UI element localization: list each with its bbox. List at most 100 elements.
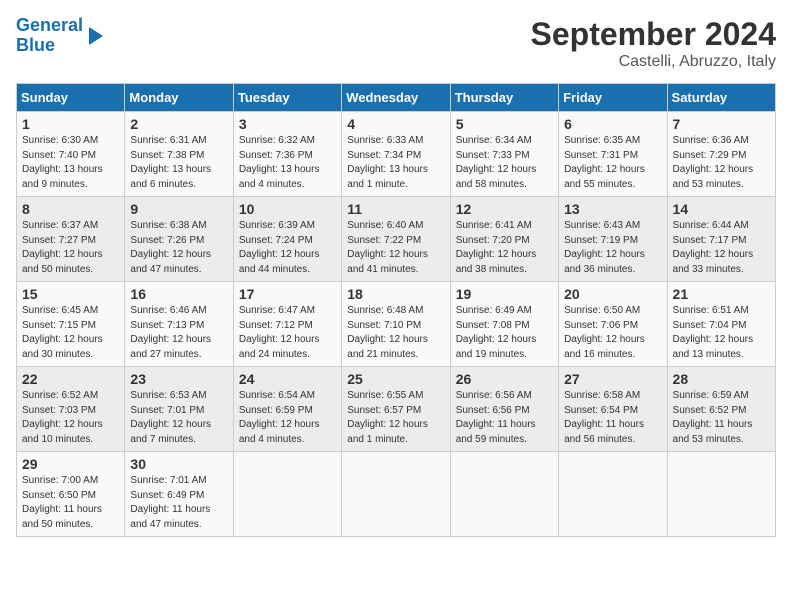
- calendar-cell: 25 Sunrise: 6:55 AM Sunset: 6:57 PM Dayli…: [342, 367, 450, 452]
- day-number: 22: [22, 371, 119, 387]
- calendar-cell: 7 Sunrise: 6:36 AM Sunset: 7:29 PM Daylig…: [667, 112, 775, 197]
- day-number: 15: [22, 286, 119, 302]
- column-header-saturday: Saturday: [667, 84, 775, 112]
- column-header-wednesday: Wednesday: [342, 84, 450, 112]
- day-number: 12: [456, 201, 553, 217]
- column-header-sunday: Sunday: [17, 84, 125, 112]
- day-number: 3: [239, 116, 336, 132]
- day-number: 11: [347, 201, 444, 217]
- calendar-cell: 27Sunrise: 6:58 AM Sunset: 6:54 PM Dayli…: [559, 367, 667, 452]
- calendar-table: SundayMondayTuesdayWednesdayThursdayFrid…: [16, 83, 776, 537]
- calendar-cell: 22 Sunrise: 6:52 AM Sunset: 7:03 PM Dayli…: [17, 367, 125, 452]
- day-info: Sunrise: 6:30 AM Sunset: 7:40 PM Dayligh…: [22, 134, 119, 192]
- calendar-cell: 28 Sunrise: 6:59 AM Sunset: 6:52 PM Dayli…: [667, 367, 775, 452]
- logo: General Blue: [16, 16, 103, 56]
- day-info: Sunrise: 6:49 AM Sunset: 7:08 PM Dayligh…: [456, 304, 553, 362]
- calendar-cell: 3 Sunrise: 6:32 AM Sunset: 7:36 PM Daylig…: [233, 112, 341, 197]
- calendar-cell: 17Sunrise: 6:47 AM Sunset: 7:12 PM Dayli…: [233, 282, 341, 367]
- column-header-monday: Monday: [125, 84, 233, 112]
- day-info: Sunrise: 6:54 AM Sunset: 6:59 PM Dayligh…: [239, 389, 336, 447]
- day-info: Sunrise: 6:51 AM Sunset: 7:04 PM Dayligh…: [673, 304, 770, 362]
- calendar-cell: [559, 452, 667, 537]
- day-number: 21: [673, 286, 770, 302]
- day-info: Sunrise: 6:46 AM Sunset: 7:13 PM Dayligh…: [130, 304, 227, 362]
- day-info: Sunrise: 6:40 AM Sunset: 7:22 PM Dayligh…: [347, 219, 444, 277]
- day-number: 29: [22, 456, 119, 472]
- calendar-cell: 6Sunrise: 6:35 AM Sunset: 7:31 PM Daylig…: [559, 112, 667, 197]
- calendar-cell: 26 Sunrise: 6:56 AM Sunset: 6:56 PM Dayli…: [450, 367, 558, 452]
- day-number: 10: [239, 201, 336, 217]
- calendar-cell: 9 Sunrise: 6:38 AM Sunset: 7:26 PM Daylig…: [125, 197, 233, 282]
- day-info: Sunrise: 6:32 AM Sunset: 7:36 PM Dayligh…: [239, 134, 336, 192]
- calendar-cell: 19 Sunrise: 6:49 AM Sunset: 7:08 PM Dayli…: [450, 282, 558, 367]
- day-number: 16: [130, 286, 227, 302]
- calendar-cell: 21 Sunrise: 6:51 AM Sunset: 7:04 PM Dayli…: [667, 282, 775, 367]
- day-number: 18: [347, 286, 444, 302]
- day-number: 26: [456, 371, 553, 387]
- day-info: Sunrise: 6:56 AM Sunset: 6:56 PM Dayligh…: [456, 389, 553, 447]
- day-info: Sunrise: 7:01 AM Sunset: 6:49 PM Dayligh…: [130, 474, 227, 532]
- calendar-cell: 23 Sunrise: 6:53 AM Sunset: 7:01 PM Dayli…: [125, 367, 233, 452]
- calendar-cell: 5 Sunrise: 6:34 AM Sunset: 7:33 PM Daylig…: [450, 112, 558, 197]
- title-block: September 2024 Castelli, Abruzzo, Italy: [531, 16, 776, 71]
- calendar-cell: 18Sunrise: 6:48 AM Sunset: 7:10 PM Dayli…: [342, 282, 450, 367]
- logo-text2: Blue: [16, 36, 83, 56]
- day-number: 2: [130, 116, 227, 132]
- day-number: 23: [130, 371, 227, 387]
- calendar-header-row: SundayMondayTuesdayWednesdayThursdayFrid…: [17, 84, 776, 112]
- calendar-cell: 20 Sunrise: 6:50 AM Sunset: 7:06 PM Dayli…: [559, 282, 667, 367]
- column-header-tuesday: Tuesday: [233, 84, 341, 112]
- calendar-subtitle: Castelli, Abruzzo, Italy: [531, 53, 776, 71]
- day-info: Sunrise: 6:33 AM Sunset: 7:34 PM Dayligh…: [347, 134, 444, 192]
- day-info: Sunrise: 6:59 AM Sunset: 6:52 PM Dayligh…: [673, 389, 770, 447]
- day-number: 19: [456, 286, 553, 302]
- day-number: 4: [347, 116, 444, 132]
- day-info: Sunrise: 6:31 AM Sunset: 7:38 PM Dayligh…: [130, 134, 227, 192]
- day-number: 7: [673, 116, 770, 132]
- day-info: Sunrise: 6:45 AM Sunset: 7:15 PM Dayligh…: [22, 304, 119, 362]
- day-number: 24: [239, 371, 336, 387]
- day-number: 5: [456, 116, 553, 132]
- calendar-week-row: 22 Sunrise: 6:52 AM Sunset: 7:03 PM Dayli…: [17, 367, 776, 452]
- day-number: 6: [564, 116, 661, 132]
- calendar-cell: 16 Sunrise: 6:46 AM Sunset: 7:13 PM Dayli…: [125, 282, 233, 367]
- day-number: 30: [130, 456, 227, 472]
- calendar-cell: 10 Sunrise: 6:39 AM Sunset: 7:24 PM Dayli…: [233, 197, 341, 282]
- day-info: Sunrise: 6:53 AM Sunset: 7:01 PM Dayligh…: [130, 389, 227, 447]
- calendar-title: September 2024: [531, 16, 776, 53]
- calendar-cell: 4 Sunrise: 6:33 AM Sunset: 7:34 PM Daylig…: [342, 112, 450, 197]
- calendar-cell: 1 Sunrise: 6:30 AM Sunset: 7:40 PM Daylig…: [17, 112, 125, 197]
- calendar-cell: 8 Sunrise: 6:37 AM Sunset: 7:27 PM Daylig…: [17, 197, 125, 282]
- calendar-week-row: 29 Sunrise: 7:00 AM Sunset: 6:50 PM Dayli…: [17, 452, 776, 537]
- calendar-cell: 24 Sunrise: 6:54 AM Sunset: 6:59 PM Dayli…: [233, 367, 341, 452]
- calendar-cell: 15 Sunrise: 6:45 AM Sunset: 7:15 PM Dayli…: [17, 282, 125, 367]
- day-number: 13: [564, 201, 661, 217]
- day-number: 17: [239, 286, 336, 302]
- day-info: Sunrise: 6:34 AM Sunset: 7:33 PM Dayligh…: [456, 134, 553, 192]
- day-info: Sunrise: 6:50 AM Sunset: 7:06 PM Dayligh…: [564, 304, 661, 362]
- calendar-cell: [233, 452, 341, 537]
- column-header-thursday: Thursday: [450, 84, 558, 112]
- day-info: Sunrise: 6:39 AM Sunset: 7:24 PM Dayligh…: [239, 219, 336, 277]
- day-number: 20: [564, 286, 661, 302]
- logo-arrow-icon: [89, 27, 103, 45]
- day-info: Sunrise: 6:36 AM Sunset: 7:29 PM Dayligh…: [673, 134, 770, 192]
- day-info: Sunrise: 6:37 AM Sunset: 7:27 PM Dayligh…: [22, 219, 119, 277]
- day-number: 9: [130, 201, 227, 217]
- day-info: Sunrise: 6:55 AM Sunset: 6:57 PM Dayligh…: [347, 389, 444, 447]
- calendar-cell: [342, 452, 450, 537]
- day-info: Sunrise: 7:00 AM Sunset: 6:50 PM Dayligh…: [22, 474, 119, 532]
- day-info: Sunrise: 6:52 AM Sunset: 7:03 PM Dayligh…: [22, 389, 119, 447]
- day-info: Sunrise: 6:41 AM Sunset: 7:20 PM Dayligh…: [456, 219, 553, 277]
- logo-text: General: [16, 16, 83, 36]
- day-info: Sunrise: 6:38 AM Sunset: 7:26 PM Dayligh…: [130, 219, 227, 277]
- calendar-cell: 29 Sunrise: 7:00 AM Sunset: 6:50 PM Dayli…: [17, 452, 125, 537]
- day-number: 28: [673, 371, 770, 387]
- calendar-week-row: 1 Sunrise: 6:30 AM Sunset: 7:40 PM Daylig…: [17, 112, 776, 197]
- day-number: 25: [347, 371, 444, 387]
- day-number: 8: [22, 201, 119, 217]
- day-info: Sunrise: 6:44 AM Sunset: 7:17 PM Dayligh…: [673, 219, 770, 277]
- day-number: 1: [22, 116, 119, 132]
- calendar-cell: 30 Sunrise: 7:01 AM Sunset: 6:49 PM Dayli…: [125, 452, 233, 537]
- day-number: 27: [564, 371, 661, 387]
